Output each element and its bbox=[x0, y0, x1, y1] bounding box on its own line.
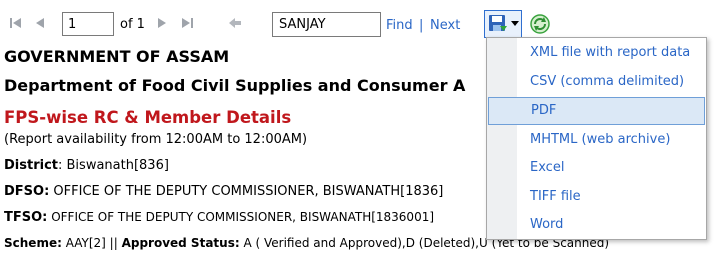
toolbar-separator: | bbox=[419, 18, 424, 33]
menu-item-xml[interactable]: XML file with report data bbox=[488, 39, 705, 67]
department-heading: Department of Food Civil Supplies and Co… bbox=[4, 76, 466, 95]
menu-item-pdf[interactable]: PDF bbox=[488, 97, 705, 125]
find-link[interactable]: Find bbox=[386, 18, 413, 33]
approved-status-label: Approved Status: bbox=[121, 236, 240, 250]
refresh-icon[interactable] bbox=[528, 12, 552, 36]
first-page-icon[interactable] bbox=[9, 16, 23, 30]
dfso-row: DFSO: OFFICE OF THE DEPUTY COMMISSIONER,… bbox=[4, 184, 443, 199]
chevron-down-icon bbox=[511, 21, 519, 27]
district-value: : Biswanath[836] bbox=[58, 158, 169, 173]
next-page-icon[interactable] bbox=[156, 16, 168, 30]
dfso-label: DFSO: bbox=[4, 184, 50, 199]
menu-item-word[interactable]: Word bbox=[488, 211, 705, 239]
dfso-value: OFFICE OF THE DEPUTY COMMISSIONER, BISWA… bbox=[49, 184, 444, 199]
district-row: District: Biswanath[836] bbox=[4, 158, 169, 173]
government-heading: GOVERNMENT OF ASSAM bbox=[4, 47, 230, 66]
export-button[interactable] bbox=[484, 10, 522, 38]
next-link[interactable]: Next bbox=[430, 18, 460, 33]
scheme-value: AAY[2] || bbox=[61, 236, 122, 250]
back-icon[interactable] bbox=[228, 16, 242, 30]
search-input[interactable] bbox=[272, 12, 381, 37]
page-count-label: of 1 bbox=[120, 17, 145, 32]
menu-item-tiff[interactable]: TIFF file bbox=[488, 183, 705, 211]
last-page-icon[interactable] bbox=[180, 16, 194, 30]
tfso-value: OFFICE OF THE DEPUTY COMMISSIONER, BISWA… bbox=[47, 210, 435, 224]
scheme-label: Scheme: bbox=[4, 236, 62, 250]
page-number-input[interactable] bbox=[62, 12, 114, 36]
export-format-menu: XML file with report data CSV (comma del… bbox=[486, 37, 707, 240]
menu-item-csv[interactable]: CSV (comma delimited) bbox=[488, 68, 705, 96]
report-title: FPS-wise RC & Member Details bbox=[4, 108, 292, 127]
previous-page-icon[interactable] bbox=[34, 16, 46, 30]
menu-item-mhtml[interactable]: MHTML (web archive) bbox=[488, 126, 705, 154]
availability-note: (Report availability from 12:00AM to 12:… bbox=[4, 132, 308, 147]
tfso-label: TFSO: bbox=[4, 210, 48, 225]
menu-item-excel[interactable]: Excel bbox=[488, 154, 705, 182]
tfso-row: TFSO: OFFICE OF THE DEPUTY COMMISSIONER,… bbox=[4, 210, 434, 225]
district-label: District bbox=[4, 158, 58, 173]
save-export-icon bbox=[488, 14, 508, 34]
